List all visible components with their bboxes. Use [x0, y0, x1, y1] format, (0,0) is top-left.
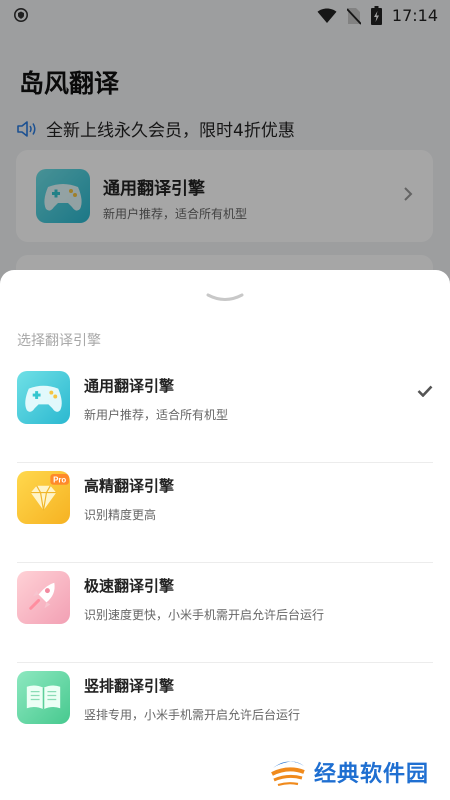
rocket-icon: [17, 571, 70, 624]
engine-option-title: 极速翻译引擎: [84, 577, 175, 595]
engine-option-title: 竖排翻译引擎: [84, 677, 175, 695]
pro-badge-text: Pro: [53, 475, 66, 484]
engine-option-vertical[interactable]: 竖排翻译引擎 竖排专用，小米手机需开启允许后台运行: [0, 667, 450, 763]
engine-option-title: 通用翻译引擎: [84, 377, 175, 395]
divider: [17, 562, 433, 563]
book-icon: [17, 671, 70, 724]
divider: [17, 462, 433, 463]
engine-option-title: 高精翻译引擎: [84, 477, 175, 495]
engine-select-sheet: 选择翻译引擎 通用翻译引擎 新用户推荐，适合所有机型 Pro 高精翻译引擎 识别…: [0, 270, 450, 800]
engine-option-precision[interactable]: Pro 高精翻译引擎 识别精度更高: [0, 467, 450, 563]
watermark-text: 经典软件园: [314, 762, 430, 787]
engine-option-subtitle: 竖排专用，小米手机需开启允许后台运行: [84, 708, 301, 722]
engine-option-subtitle: 识别精度更高: [84, 508, 157, 522]
gamepad-icon: [17, 371, 70, 424]
divider: [17, 662, 433, 663]
engine-option-fast[interactable]: 极速翻译引擎 识别速度更快，小米手机需开启允许后台运行: [0, 567, 450, 663]
diamond-pro-icon: Pro: [17, 471, 70, 524]
engine-option-general[interactable]: 通用翻译引擎 新用户推荐，适合所有机型: [0, 367, 450, 463]
engine-option-subtitle: 新用户推荐，适合所有机型: [84, 408, 229, 422]
checkmark-icon: [417, 385, 433, 397]
sheet-handle-chevron-down-icon[interactable]: [205, 292, 245, 304]
engine-option-subtitle: 识别速度更快，小米手机需开启允许后台运行: [84, 608, 325, 622]
sheet-title: 选择翻译引擎: [17, 333, 101, 349]
watermark-logo-icon: [271, 755, 305, 789]
watermark: 经典软件园: [268, 752, 429, 792]
